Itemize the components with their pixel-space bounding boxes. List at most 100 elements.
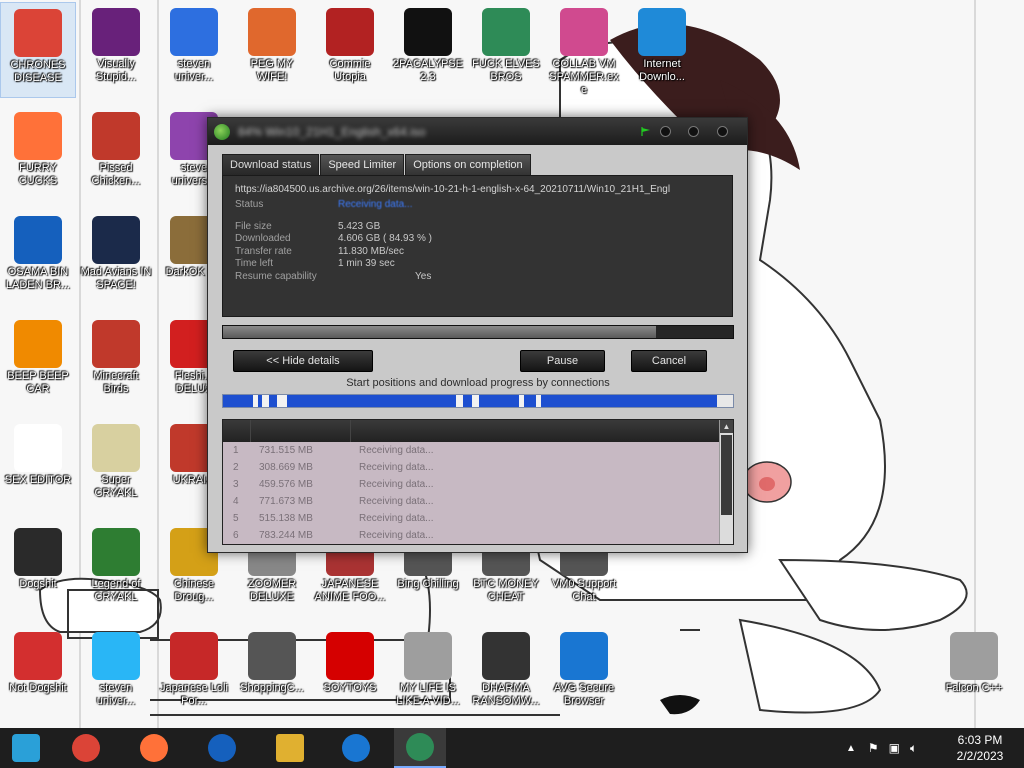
desktop-icon-label: Chinese Droug... <box>173 578 215 603</box>
desktop-icon-label: Not Dogshit <box>9 682 67 694</box>
taskbar-item[interactable] <box>330 728 382 768</box>
connection-number: 3 <box>233 479 239 490</box>
taskbar-item[interactable] <box>394 728 446 768</box>
hxd-icon <box>14 424 62 472</box>
close-button[interactable] <box>717 126 728 137</box>
firefox-icon <box>14 112 62 160</box>
connections-table-header <box>223 420 733 442</box>
connections-scrollbar[interactable]: ▲ <box>719 420 733 544</box>
gamepad-icon <box>404 632 452 680</box>
desktop-icon-label: ZOOMER DELUXE <box>247 578 297 603</box>
hide-details-button[interactable]: << Hide details <box>233 350 373 372</box>
desktop-icon[interactable]: BEEP BEEP CAR <box>0 314 76 410</box>
table-row[interactable]: 3 459.576 MB Receiving data... <box>223 476 733 493</box>
download-info-panel: https://ia804500.us.archive.org/26/items… <box>222 175 733 317</box>
connections-progress-bar <box>222 394 734 408</box>
desktop-icon[interactable]: Not Dogshit <box>0 626 76 722</box>
chevron-up-icon[interactable]: ▲ <box>846 743 856 754</box>
desktop-icon[interactable]: 2PACALYPSE 2.3 <box>390 2 466 98</box>
taskbar: ▲ ⚑ ▣ 🔈︎ 6:03 PM 2/2/2023 <box>0 728 1024 768</box>
pause-button[interactable]: Pause <box>520 350 605 372</box>
dialog-titlebar[interactable]: 84% Win10_21H1_English_x64.iso <box>208 118 747 145</box>
chrome-icon <box>14 9 62 57</box>
desktop-icon[interactable]: Japanese Loli Por... <box>156 626 232 722</box>
table-row[interactable]: 1 731.515 MB Receiving data... <box>223 442 733 459</box>
taskbar-item[interactable] <box>264 728 316 768</box>
obama-logo-icon <box>14 216 62 264</box>
desktop-icon[interactable]: AVG Secure Browser <box>546 626 622 722</box>
cancel-button[interactable]: Cancel <box>631 350 707 372</box>
desktop-icon-label: Super CRYAKL <box>94 474 138 499</box>
tab-speed-limiter[interactable]: Speed Limiter <box>320 154 405 176</box>
monitor-icon <box>560 8 608 56</box>
taskbar-item[interactable] <box>60 728 112 768</box>
desktop-icon[interactable]: Internet Downlo... <box>624 2 700 98</box>
desktop-icon[interactable]: FUCK ELVES BROS <box>468 2 544 98</box>
obama-logo-icon <box>208 734 236 762</box>
desktop-icon-label: OSAMA BIN LADEN BR... <box>5 266 71 291</box>
desktop-icon[interactable]: Dogshit <box>0 522 76 618</box>
connection-downloaded: 459.576 MB <box>259 479 313 490</box>
connections-table[interactable]: 1 731.515 MB Receiving data... 2 308.669 MB R… <box>222 419 734 545</box>
desktop-icon[interactable]: Super CRYAKL <box>78 418 154 514</box>
flag-icon <box>641 127 650 136</box>
desktop-icon[interactable]: SOYTOYS <box>312 626 388 722</box>
downloaded-label: Downloaded <box>235 233 291 244</box>
idm-logo-icon <box>214 124 230 140</box>
clock[interactable]: 6:03 PM 2/2/2023 <box>940 732 1020 764</box>
desktop-icon[interactable]: Falcon C++ <box>936 626 1012 722</box>
idm-icon <box>406 733 434 761</box>
table-row[interactable]: 4 771.673 MB Receiving data... <box>223 493 733 510</box>
desktop-icon-label: Pissed Chicken... <box>91 162 141 187</box>
connection-info: Receiving data... <box>359 513 434 524</box>
connection-downloaded: 515.138 MB <box>259 513 313 524</box>
transfer-rate-label: Transfer rate <box>235 245 292 257</box>
tab-options-on-completion[interactable]: Options on completion <box>405 154 531 176</box>
desktop-icon[interactable]: ShoppingC... <box>234 626 310 722</box>
download-url: https://ia804500.us.archive.org/26/items… <box>235 184 671 195</box>
network-icon[interactable]: ▣ <box>889 741 900 755</box>
maximize-button[interactable] <box>688 126 699 137</box>
downloaded-value: 4.606 GB ( 84.93 % ) <box>338 233 432 244</box>
scroll-up-arrow-icon[interactable]: ▲ <box>720 420 733 433</box>
desktop-icon[interactable]: MY LIFE IS LIKE A VID... <box>390 626 466 722</box>
flag-icon[interactable]: ⚑ <box>868 741 879 755</box>
status-value: Receiving data... <box>338 199 413 210</box>
taskbar-item[interactable] <box>0 728 52 768</box>
desktop-icon-label: AVG Secure Browser <box>553 682 615 707</box>
desktop-icon[interactable]: COLLAB VM SPAMMER.exe <box>546 2 622 98</box>
desktop-icon[interactable]: DHARMA RANSOMW... <box>468 626 544 722</box>
desktop-icon[interactable]: OSAMA BIN LADEN BR... <box>0 210 76 306</box>
taskbar-item[interactable] <box>128 728 180 768</box>
pixel-art-icon <box>92 424 140 472</box>
table-row[interactable]: 2 308.669 MB Receiving data... <box>223 459 733 476</box>
minimize-button[interactable] <box>660 126 671 137</box>
desktop-icon[interactable]: CHRONES DISEASE <box>0 2 76 98</box>
desktop-icon[interactable]: Legend of CRYAKL <box>78 522 154 618</box>
connection-number: 1 <box>233 445 239 456</box>
desktop-icon[interactable]: steven univer... <box>156 2 232 98</box>
table-row[interactable]: 6 783.244 MB Receiving data... <box>223 527 733 544</box>
desktop-icon[interactable]: PEG MY WIFE! <box>234 2 310 98</box>
visual-studio-icon <box>92 8 140 56</box>
dialog-title-blurred: 84% Win10_21H1_English_x64.iso <box>238 125 426 139</box>
desktop-icon[interactable]: Pissed Chicken... <box>78 106 154 202</box>
desktop-icon[interactable]: Visually Stupid... <box>78 2 154 98</box>
desktop-icon[interactable]: SEX EDITOR <box>0 418 76 514</box>
desktop-icon-label: 2PACALYPSE 2.3 <box>393 58 463 83</box>
desktop-icon[interactable]: Commie Utopia <box>312 2 388 98</box>
table-row[interactable]: 5 515.138 MB Receiving data... <box>223 510 733 527</box>
desktop-icon-label: ShoppingC... <box>240 682 304 694</box>
number-two-icon <box>170 8 218 56</box>
peggle-icon <box>248 8 296 56</box>
desktop-icon[interactable]: Minecraft Birds <box>78 314 154 410</box>
recycle-bin-icon <box>950 632 998 680</box>
desktop-icon[interactable]: FURRY CUCKS <box>0 106 76 202</box>
taskbar-item[interactable] <box>196 728 248 768</box>
desktop-icon[interactable]: Mad Avians IN SPACE! <box>78 210 154 306</box>
volume-icon[interactable]: 🔈︎ <box>910 741 917 756</box>
desktop-icon-label: Legend of CRYAKL <box>91 578 141 603</box>
desktop-icon[interactable]: steven univer... <box>78 626 154 722</box>
scroll-thumb[interactable] <box>721 435 732 515</box>
vlc-cone-icon <box>14 320 62 368</box>
